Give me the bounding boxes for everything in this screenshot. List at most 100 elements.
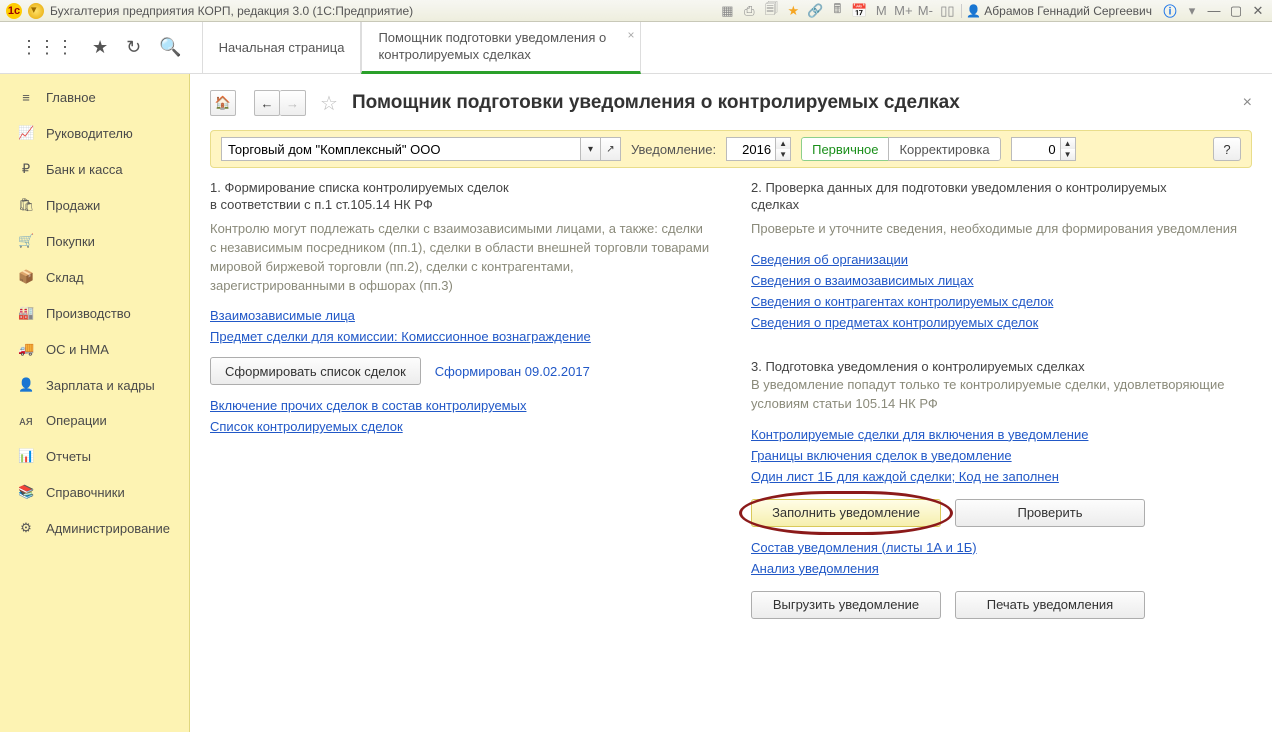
sidebar-item-label: Операции xyxy=(46,413,107,428)
toolbar-print-icon[interactable]: ⎙ xyxy=(741,3,757,19)
seg-primary-button[interactable]: Первичное xyxy=(801,137,888,161)
corr-down[interactable]: ▼ xyxy=(1061,149,1075,160)
corr-num-input[interactable] xyxy=(1011,137,1061,161)
org-open-button[interactable]: ↗ xyxy=(601,137,621,161)
link-counterparties[interactable]: Сведения о контрагентах контролируемых с… xyxy=(751,294,1252,309)
link-deal-subject[interactable]: Предмет сделки для комиссии: Комиссионно… xyxy=(210,329,591,344)
link-include-other[interactable]: Включение прочих сделок в состав контрол… xyxy=(210,398,526,413)
memory-mplus[interactable]: M+ xyxy=(895,3,911,19)
toolbar-star-icon[interactable]: ★ xyxy=(785,3,801,19)
tab-assistant[interactable]: Помощник подготовки уведомления о контро… xyxy=(361,22,641,74)
link-bounds[interactable]: Границы включения сделок в уведомление xyxy=(751,448,1252,463)
toolbar-calc-icon[interactable]: 🖩 xyxy=(829,3,845,19)
bag-icon: 🛍 xyxy=(18,197,34,213)
link-org-info[interactable]: Сведения об организации xyxy=(751,252,1252,267)
year-spinner: ▲▼ xyxy=(726,137,791,161)
sidebar-item-label: Склад xyxy=(46,270,84,285)
window-restore-icon[interactable]: ▢ xyxy=(1228,3,1244,19)
toolbar-panels-icon[interactable]: ▯▯ xyxy=(939,3,955,19)
sidebar-item-reports[interactable]: 📊Отчеты xyxy=(0,438,189,474)
sidebar-item-operations[interactable]: ᴀя Операции xyxy=(0,403,189,438)
seg-correction-button[interactable]: Корректировка xyxy=(888,137,1000,161)
org-dropdown-button[interactable]: ▾ xyxy=(581,137,601,161)
sidebar-item-label: Покупки xyxy=(46,234,95,249)
factory-icon: 🏭 xyxy=(18,305,34,321)
history-icon[interactable]: ↻ xyxy=(126,37,141,58)
sidebar-item-admin[interactable]: ⚙ Администрирование xyxy=(0,510,189,546)
sidebar-item-hr[interactable]: 👤Зарплата и кадры xyxy=(0,367,189,403)
step2-description: Проверьте и уточните сведения, необходим… xyxy=(751,220,1252,239)
link-subjects[interactable]: Сведения о предметах контролируемых сдел… xyxy=(751,315,1252,330)
sidebar-item-main[interactable]: ≡Главное xyxy=(0,80,189,115)
link-analysis[interactable]: Анализ уведомления xyxy=(751,561,1252,576)
fill-notification-button[interactable]: Заполнить уведомление xyxy=(751,499,941,527)
fill-button-highlight: Заполнить уведомление xyxy=(751,499,941,527)
sidebar-item-label: Отчеты xyxy=(46,449,91,464)
tab-close-icon[interactable]: × xyxy=(627,28,634,42)
form-list-button[interactable]: Сформировать список сделок xyxy=(210,357,421,385)
info-menu-icon[interactable]: ▾ xyxy=(1184,3,1200,19)
sidebar-item-label: Администрирование xyxy=(46,521,170,536)
sidebar-item-stock[interactable]: 📦Склад xyxy=(0,259,189,295)
chart-icon: 📈 xyxy=(18,125,34,141)
step1-title-line2: в соответствии с п.1 ст.105.14 НК РФ xyxy=(210,197,711,212)
nav-home-button[interactable]: 🏠 xyxy=(210,90,236,116)
year-up[interactable]: ▲ xyxy=(776,138,790,149)
org-input[interactable] xyxy=(221,137,581,161)
toolbar-doc-icon[interactable]: 🗐 xyxy=(763,3,779,19)
nav-forward-button[interactable]: → xyxy=(280,90,306,116)
export-button[interactable]: Выгрузить уведомление xyxy=(751,591,941,619)
info-icon[interactable]: ⓘ xyxy=(1162,3,1178,19)
nav-back-button[interactable]: ← xyxy=(254,90,280,116)
sidebar-item-sales[interactable]: 🛍Продажи xyxy=(0,187,189,223)
toolbar-calendar-icon[interactable]: 📅 xyxy=(851,3,867,19)
memory-mminus[interactable]: M- xyxy=(917,3,933,19)
operations-icon: ᴀя xyxy=(18,413,34,428)
user-icon: 👤 xyxy=(966,4,981,18)
link-controlled-deals[interactable]: Контролируемые сделки для включения в ув… xyxy=(751,427,1252,442)
tab-home[interactable]: Начальная страница xyxy=(202,22,362,73)
step2-title-line1: 2. Проверка данных для подготовки уведом… xyxy=(751,180,1252,195)
window-minimize-icon[interactable]: — xyxy=(1206,3,1222,19)
sidebar-item-bank[interactable]: ₽Банк и касса xyxy=(0,151,189,187)
sidebar-item-catalogs[interactable]: 📚Справочники xyxy=(0,474,189,510)
link-related-parties[interactable]: Взаимозависимые лица xyxy=(210,308,355,323)
print-button[interactable]: Печать уведомления xyxy=(955,591,1145,619)
toolbar-save-icon[interactable]: ▦ xyxy=(719,3,735,19)
sidebar-item-manager[interactable]: 📈 Руководителю xyxy=(0,115,189,151)
memory-m[interactable]: M xyxy=(873,3,889,19)
notif-label: Уведомление: xyxy=(631,142,716,157)
page-title: Помощник подготовки уведомления о контро… xyxy=(352,92,960,114)
favorite-star-icon[interactable]: ★ xyxy=(92,37,108,58)
sidebar-item-production[interactable]: 🏭Производство xyxy=(0,295,189,331)
window-close-icon[interactable]: ✕ xyxy=(1250,3,1266,19)
sidebar-item-assets[interactable]: 🚚ОС и НМА xyxy=(0,331,189,367)
link-related-info[interactable]: Сведения о взаимозависимых лицах xyxy=(751,273,1252,288)
tab-home-label: Начальная страница xyxy=(219,40,345,55)
apps-grid-icon[interactable]: ⋮⋮⋮ xyxy=(20,37,74,58)
check-button[interactable]: Проверить xyxy=(955,499,1145,527)
page-close-icon[interactable]: × xyxy=(1243,94,1252,112)
sidebar-item-label: Справочники xyxy=(46,485,125,500)
app-1c-icon: 1c xyxy=(6,3,22,19)
sidebar-item-purchases[interactable]: 🛒Покупки xyxy=(0,223,189,259)
link-composition[interactable]: Состав уведомления (листы 1А и 1Б) xyxy=(751,540,1252,555)
org-combo: ▾ ↗ xyxy=(221,137,621,161)
gear-icon: ⚙ xyxy=(18,520,34,536)
help-button[interactable]: ? xyxy=(1213,137,1241,161)
link-deals-list[interactable]: Список контролируемых сделок xyxy=(210,419,403,434)
year-down[interactable]: ▼ xyxy=(776,149,790,160)
toolbar-link-icon[interactable]: 🔗 xyxy=(807,3,823,19)
search-icon[interactable]: 🔍 xyxy=(159,37,181,58)
sidebar: ≡Главное 📈 Руководителю ₽Банк и касса 🛍Пр… xyxy=(0,74,190,732)
year-input[interactable] xyxy=(726,137,776,161)
app-menu-icon[interactable] xyxy=(28,3,44,19)
sidebar-item-label: Руководителю xyxy=(46,126,133,141)
user-block[interactable]: 👤 Абрамов Геннадий Сергеевич xyxy=(961,4,1156,18)
corr-up[interactable]: ▲ xyxy=(1061,138,1075,149)
page-favorite-icon[interactable]: ☆ xyxy=(320,91,338,116)
formed-date: Сформирован 09.02.2017 xyxy=(435,364,590,379)
step3-title: 3. Подготовка уведомления о контролируем… xyxy=(751,359,1252,374)
link-sheet-1b[interactable]: Один лист 1Б для каждой сделки; Код не з… xyxy=(751,469,1252,484)
ruble-icon: ₽ xyxy=(18,161,34,177)
